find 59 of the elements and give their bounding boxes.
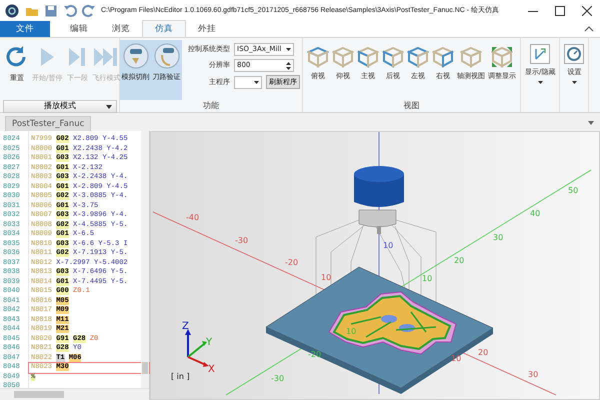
axis-letter: X [208, 364, 215, 375]
axis-tick-label: 40 [530, 209, 540, 218]
cutter-icon [122, 43, 148, 69]
cube-icon [407, 46, 429, 68]
unit-label: [ in ] [171, 372, 190, 381]
axis-letter: Z [182, 321, 189, 332]
close-icon [582, 6, 592, 16]
vertical-scrollbar[interactable] [141, 131, 149, 388]
caret-icon [254, 80, 259, 84]
axis-tick-label: -20 [308, 350, 322, 359]
axis-tick-label: 10 [383, 241, 394, 250]
cube-icon [460, 46, 482, 68]
cube-icon [332, 46, 354, 68]
main-program-select[interactable] [234, 76, 262, 88]
ribbon-tab[interactable]: 仿真 [142, 20, 186, 37]
axis-tick-label: 30 [528, 370, 538, 379]
minimize-icon [528, 10, 538, 12]
maximize-icon [554, 6, 564, 16]
redo-icon[interactable] [82, 4, 96, 18]
undo-icon[interactable] [63, 4, 77, 18]
cube-icon [382, 46, 404, 68]
axis-tick-label: -40 [186, 213, 200, 222]
cube-icon [307, 46, 329, 68]
cube-icon [357, 46, 379, 68]
spinner-arrows-icon [286, 62, 291, 70]
axis-tick-label: 30 [493, 233, 504, 242]
cube-icon [432, 46, 454, 68]
toolpath-icon [154, 43, 180, 69]
app-logo-icon[interactable] [5, 4, 19, 18]
caret-icon [538, 80, 543, 84]
axis-tick-label: 20 [478, 348, 488, 357]
caret-icon [106, 104, 112, 108]
ribbon-tab[interactable]: 编辑 [58, 21, 100, 37]
fit-arrows-icon [491, 46, 513, 68]
caret-icon [286, 48, 291, 51]
document-tab[interactable]: PostTester_Fanuc [5, 116, 92, 131]
ribbon-tab[interactable]: 外挂 [186, 21, 228, 37]
axis-tick-label: -30 [235, 236, 248, 245]
ribbon-tab[interactable]: 浏览 [100, 21, 142, 37]
axis-tick-label: 50 [568, 186, 578, 195]
axis-tick-label: 10 [321, 273, 332, 282]
scrollbar-thumb[interactable] [142, 362, 148, 374]
axis-tick-label: 10 [422, 274, 432, 283]
group-label: 视图 [402, 100, 420, 112]
axes-icon [530, 44, 550, 64]
playback-mode-dropdown[interactable]: 播放模式 [3, 100, 117, 112]
axis-tick-label: -30 [271, 374, 284, 383]
caret-icon [572, 80, 577, 84]
axis-tick-label: -20 [285, 258, 298, 267]
file-menu-button[interactable]: 文件 [0, 21, 50, 37]
axis-tick-label: 10 [346, 327, 356, 336]
axis-tick-label: 20 [454, 256, 464, 265]
group-label: 功能 [203, 100, 219, 112]
scrollbar-thumb[interactable] [14, 391, 64, 398]
horizontal-scrollbar[interactable] [0, 388, 149, 400]
view-menu-caret-icon[interactable] [588, 121, 594, 125]
axis-letter: Y [206, 337, 212, 348]
collapse-ribbon-icon[interactable] [584, 25, 594, 33]
gauge-icon [564, 44, 584, 64]
